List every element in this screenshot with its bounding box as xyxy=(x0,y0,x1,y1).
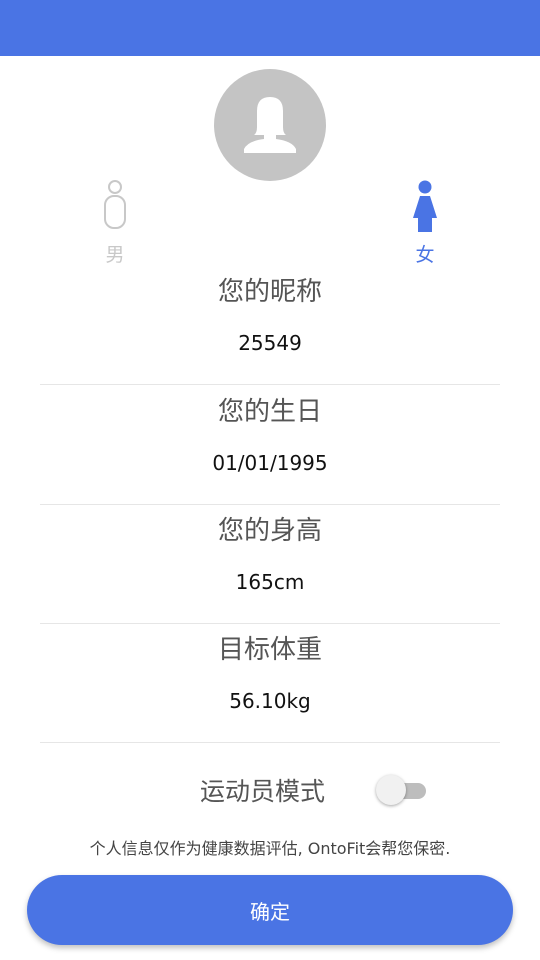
birthday-label: 您的生日 xyxy=(217,397,322,427)
nickname-label: 您的昵称 xyxy=(217,277,322,307)
gender-option-female[interactable]: 女 xyxy=(395,178,455,267)
privacy-note: 个人信息仅作为健康数据评估, OntoFit会帮您保密. xyxy=(89,839,451,858)
confirm-button[interactable]: 确定 xyxy=(27,875,513,945)
height-value[interactable]: 165cm xyxy=(40,570,500,594)
female-avatar-icon xyxy=(244,97,296,153)
target-weight-label: 目标体重 xyxy=(217,635,322,665)
top-app-bar xyxy=(0,0,540,56)
birthday-field[interactable]: 您的生日 01/01/1995 xyxy=(40,385,500,505)
target-weight-field[interactable]: 目标体重 56.10kg xyxy=(40,623,500,743)
profile-avatar[interactable] xyxy=(214,69,326,181)
gender-option-male[interactable]: 男 xyxy=(85,178,145,267)
male-person-icon xyxy=(104,180,126,229)
athlete-mode-toggle[interactable] xyxy=(376,775,428,805)
gender-male-label: 男 xyxy=(105,244,125,266)
toggle-knob xyxy=(376,775,406,805)
athlete-mode-row: 运动员模式 xyxy=(0,772,540,808)
nickname-value[interactable]: 25549 xyxy=(40,331,500,355)
target-weight-value[interactable]: 56.10kg xyxy=(40,689,500,713)
female-person-icon xyxy=(413,180,437,232)
gender-female-label: 女 xyxy=(415,244,435,266)
nickname-field[interactable]: 您的昵称 25549 xyxy=(40,265,500,385)
height-label: 您的身高 xyxy=(217,516,322,546)
birthday-value[interactable]: 01/01/1995 xyxy=(40,451,500,475)
height-field[interactable]: 您的身高 165cm xyxy=(40,504,500,624)
athlete-mode-label: 运动员模式 xyxy=(200,777,326,806)
